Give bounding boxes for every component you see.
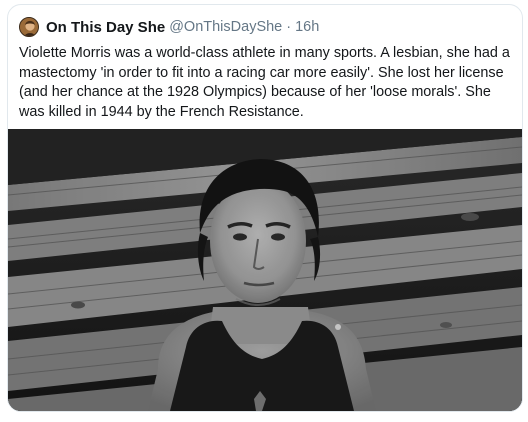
tweet-timestamp[interactable]: 16h (295, 19, 319, 35)
tweet-card[interactable]: On This Day She @OnThisDayShe · 16h Viol… (7, 4, 523, 412)
header-separator: · (286, 19, 292, 35)
avatar[interactable] (19, 17, 39, 37)
author-handle[interactable]: @OnThisDayShe (169, 19, 282, 35)
author-name[interactable]: On This Day She (46, 19, 165, 36)
tweet-photo[interactable] (8, 129, 522, 411)
avatar-portrait-icon (20, 18, 38, 36)
tweet-text: Violette Morris was a world-class athlet… (19, 45, 510, 120)
tweet-header: On This Day She @OnThisDayShe · 16h (19, 15, 319, 39)
violette-morris-photo (8, 129, 522, 411)
